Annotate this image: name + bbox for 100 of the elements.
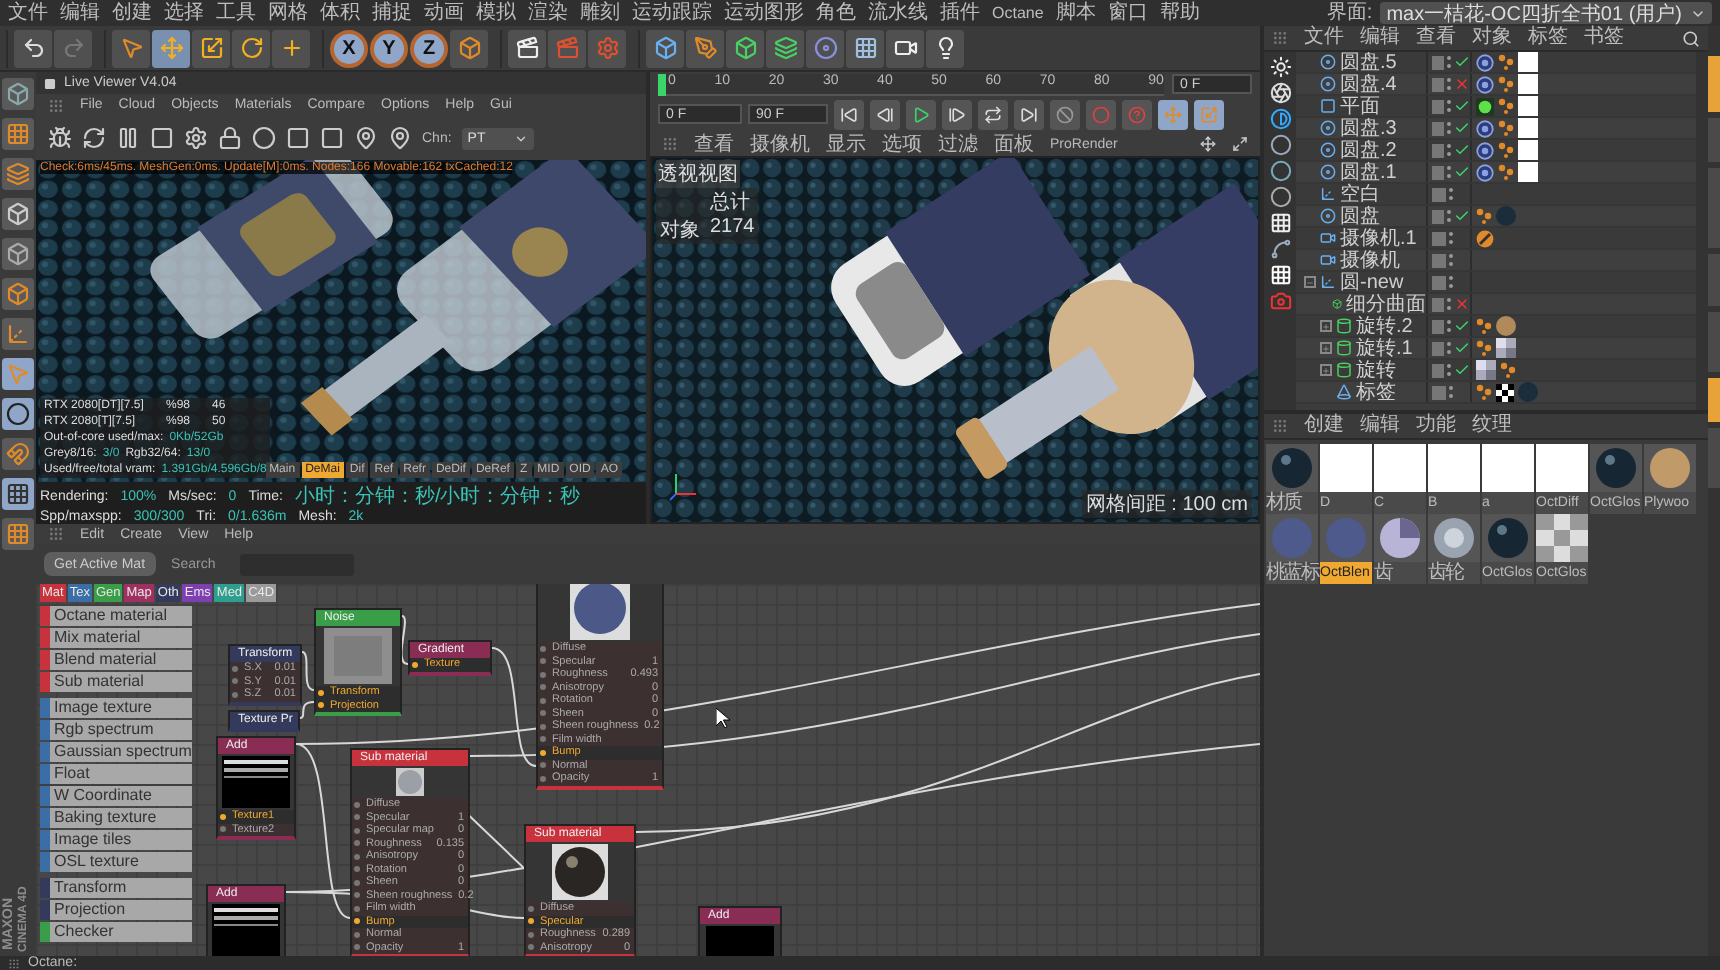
object-row[interactable]: 圆盘.1: [1296, 162, 1696, 184]
step-forward-icon[interactable]: [948, 105, 966, 123]
menu-item[interactable]: 显示: [826, 130, 866, 158]
move-icon[interactable]: [1200, 136, 1216, 152]
axis-icon[interactable]: [6, 322, 30, 346]
node-type-item[interactable]: Octane material: [40, 606, 192, 626]
expand-toggle[interactable]: [1320, 342, 1332, 354]
menu-item[interactable]: 流水线: [868, 3, 928, 23]
frame-icon[interactable]: [286, 126, 310, 150]
axis-button[interactable]: Y: [370, 29, 408, 67]
menu-item[interactable]: 功能: [1416, 416, 1456, 436]
menu-item[interactable]: 雕刻: [580, 3, 620, 23]
floor-button[interactable]: [846, 29, 884, 67]
check-icon[interactable]: [1454, 208, 1470, 224]
object-row[interactable]: 旋转: [1296, 360, 1696, 382]
object-row[interactable]: 标签: [1296, 382, 1696, 404]
pin-icon[interactable]: [354, 126, 378, 150]
light-icon[interactable]: [1269, 56, 1291, 78]
lightbulb-icon[interactable]: [933, 36, 957, 60]
menu-item[interactable]: 文件: [8, 3, 48, 23]
scale-icon[interactable]: [199, 36, 223, 60]
visibility-dots-icon[interactable]: [1446, 362, 1452, 378]
layout-dropdown[interactable]: max一桔花-OC四折全书01 (用户): [1380, 2, 1712, 24]
layers-icon[interactable]: [773, 36, 797, 60]
expand-toggle[interactable]: [1320, 364, 1332, 376]
label-object-icon[interactable]: [1336, 384, 1352, 400]
deformer-button[interactable]: [766, 29, 804, 67]
loop-button[interactable]: [978, 99, 1008, 129]
cube-icon[interactable]: [6, 82, 30, 106]
scale-tool-button[interactable]: [192, 29, 230, 67]
scrollbar[interactable]: [1696, 52, 1708, 410]
magnet-icon[interactable]: [6, 442, 30, 466]
node-type-item[interactable]: Mix material: [40, 628, 192, 648]
visibility-dots-icon[interactable]: [1446, 120, 1452, 136]
node-type-item[interactable]: Transform: [40, 878, 192, 898]
rotate-icon[interactable]: [239, 36, 263, 60]
move-key-button[interactable]: [1158, 99, 1188, 129]
render-view-button[interactable]: [508, 29, 546, 67]
edge-mode-icon[interactable]: [6, 242, 30, 266]
null-object-icon[interactable]: [1320, 274, 1336, 290]
dots-tag-icon[interactable]: [1476, 318, 1492, 334]
menu-item[interactable]: 运动图形: [724, 3, 804, 23]
dots-tag-icon[interactable]: [1476, 340, 1492, 356]
dots-tag-icon[interactable]: [1476, 384, 1492, 400]
menu-item[interactable]: Octane: [992, 5, 1044, 21]
menu-item[interactable]: 网格: [268, 3, 308, 23]
skip-forward-icon[interactable]: [1020, 105, 1038, 123]
menu-item[interactable]: 纹理: [1472, 416, 1512, 436]
menu-item[interactable]: 创建: [1304, 416, 1344, 436]
menu-item[interactable]: 选项: [882, 130, 922, 158]
menu-item[interactable]: 查看: [694, 130, 734, 158]
checker-icon[interactable]: [6, 122, 30, 146]
clapperboard-icon[interactable]: [515, 36, 539, 60]
dots-tag-icon[interactable]: [1498, 54, 1514, 70]
skip-back-icon[interactable]: [840, 105, 858, 123]
menu-item[interactable]: 对象: [1472, 28, 1512, 48]
plane-object-icon[interactable]: [1320, 98, 1336, 114]
loop-icon[interactable]: [984, 105, 1002, 123]
menu-item[interactable]: 脚本: [1055, 3, 1096, 23]
point-mode-icon[interactable]: [6, 202, 30, 226]
visibility-dots-icon[interactable]: [1446, 54, 1452, 70]
pen-icon[interactable]: [693, 36, 717, 60]
menu-item[interactable]: 摄像机: [750, 130, 810, 158]
grip-icon[interactable]: [1272, 418, 1288, 434]
visibility-dots-icon[interactable]: [1446, 142, 1452, 158]
menu-item[interactable]: 选择: [164, 3, 204, 23]
menu-item[interactable]: 编辑: [1360, 28, 1400, 48]
expand-toggle[interactable]: [1320, 320, 1332, 332]
cube-icon[interactable]: [733, 36, 757, 60]
object-row[interactable]: 圆盘.2: [1296, 140, 1696, 162]
material-item[interactable]: 材质: [1266, 444, 1320, 514]
node-type-item[interactable]: Blend material: [40, 650, 192, 670]
visibility-dots-icon[interactable]: [1446, 164, 1452, 180]
visibility-dots-icon[interactable]: [1448, 186, 1454, 202]
object-row[interactable]: 旋转.2: [1296, 316, 1696, 338]
plane-icon[interactable]: [6, 162, 30, 186]
menu-item[interactable]: 帮助: [1159, 3, 1200, 23]
dots-tag-icon[interactable]: [1476, 208, 1492, 224]
polygon-mode-icon[interactable]: [6, 282, 30, 306]
visibility-dots-icon[interactable]: [1448, 384, 1454, 400]
expand-toggle[interactable]: [1304, 276, 1316, 288]
check-icon[interactable]: [1454, 54, 1470, 70]
menu-item[interactable]: 工具: [216, 3, 256, 23]
restart-icon[interactable]: [82, 126, 106, 150]
add-tool-button[interactable]: [272, 29, 310, 67]
step-back-icon[interactable]: [876, 105, 894, 123]
search-icon[interactable]: [1682, 29, 1700, 47]
visibility-dots-icon[interactable]: [1446, 296, 1452, 312]
visibility-dots-icon[interactable]: [1448, 252, 1454, 268]
aperture-icon[interactable]: [1269, 82, 1291, 104]
node-type-item[interactable]: W Coordinate: [40, 786, 192, 806]
visibility-dots-icon[interactable]: [1448, 230, 1454, 246]
node-type-item[interactable]: Image texture: [40, 698, 192, 718]
lathe-object-icon[interactable]: [1336, 318, 1352, 334]
plus-icon[interactable]: [279, 36, 303, 60]
sphere-icon[interactable]: [1269, 134, 1291, 156]
cube-icon[interactable]: [457, 36, 481, 60]
menu-item[interactable]: 面板: [994, 130, 1034, 158]
camera-button[interactable]: [886, 29, 924, 67]
camera-object-icon[interactable]: [1320, 252, 1336, 268]
